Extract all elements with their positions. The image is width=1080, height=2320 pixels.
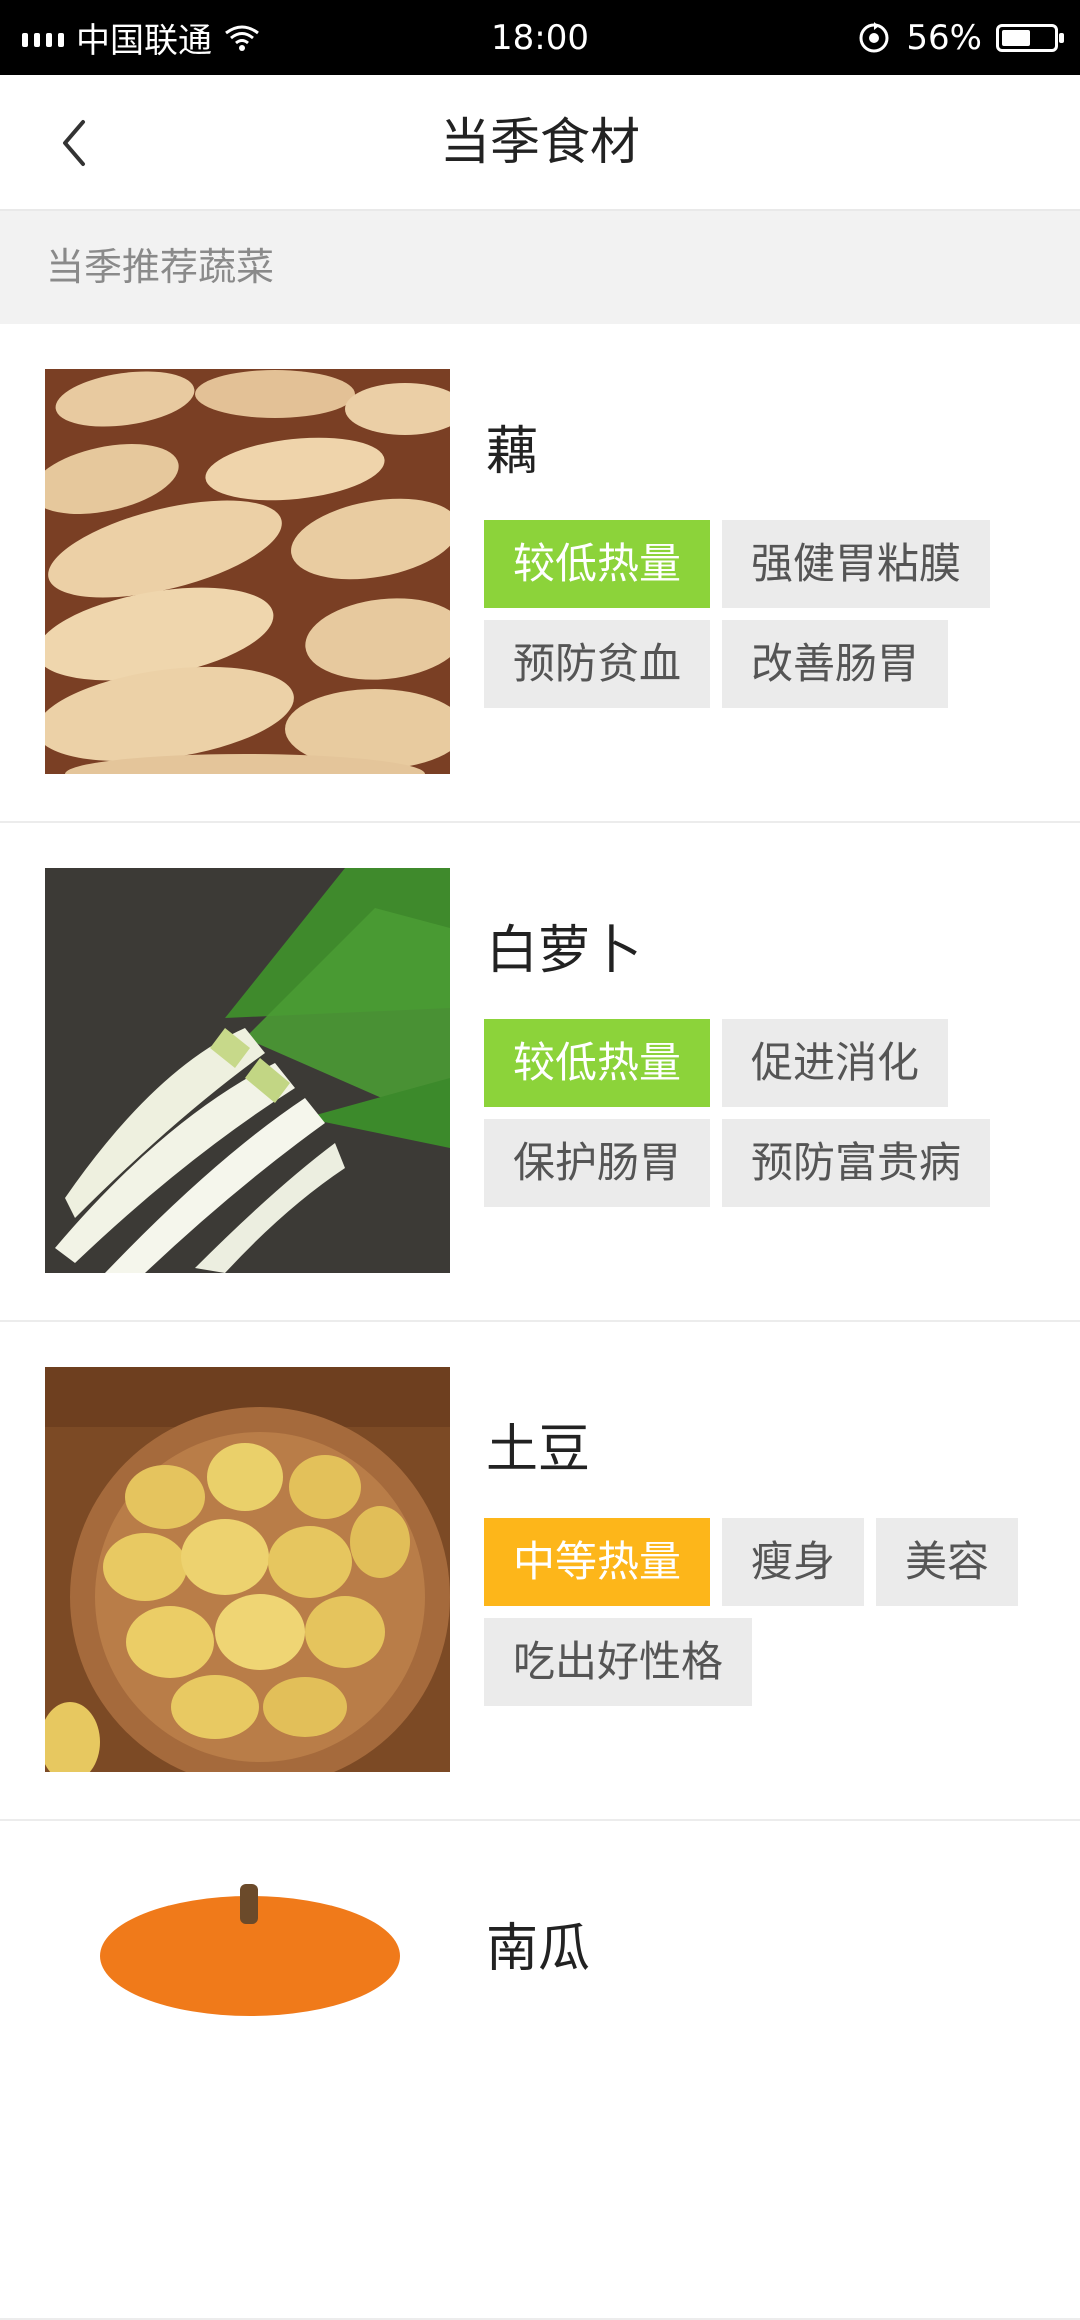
wifi-icon: [225, 25, 259, 51]
nav-bar: 当季食材: [0, 75, 1080, 211]
lotus-root-image: [45, 369, 450, 774]
food-name: 土豆: [486, 1420, 591, 1480]
benefit-tag: 预防贫血: [484, 620, 711, 708]
rotation-lock-icon: [859, 21, 889, 52]
status-right: 56%: [856, 17, 1064, 58]
benefit-tag: 促进消化: [722, 1019, 949, 1107]
tag-list: 中等热量 瘦身 美容 吃出好性格: [484, 1518, 1044, 1706]
list-item[interactable]: 南瓜: [0, 1821, 1080, 2320]
list-item[interactable]: 土豆 中等热量 瘦身 美容 吃出好性格: [0, 1322, 1080, 1821]
benefit-tag: 瘦身: [722, 1518, 865, 1606]
status-bar: 中国联通 18:00 56%: [0, 0, 1080, 75]
benefit-tag: 保护肠胃: [484, 1119, 711, 1207]
pumpkin-image: [45, 1866, 450, 2271]
benefit-tag: 强健胃粘膜: [722, 520, 991, 608]
tag-list: 较低热量 促进消化 保护肠胃 预防富贵病: [484, 1019, 1044, 1207]
carrier-label: 中国联通: [76, 21, 212, 61]
battery-percent: 56%: [906, 17, 982, 58]
signal-icon: [22, 29, 64, 47]
food-name: 白萝卜: [486, 921, 643, 981]
status-left: 中国联通: [22, 13, 260, 62]
page-title: 当季食材: [440, 113, 640, 171]
list-item[interactable]: 藕 较低热量 强健胃粘膜 预防贫血 改善肠胃: [0, 324, 1080, 823]
potato-image: [45, 1367, 450, 1772]
benefit-tag: 改善肠胃: [722, 620, 949, 708]
list-item[interactable]: 白萝卜 较低热量 促进消化 保护肠胃 预防富贵病: [0, 823, 1080, 1322]
white-radish-image: [45, 868, 450, 1273]
section-header: 当季推荐蔬菜: [0, 211, 1080, 324]
food-name: 南瓜: [486, 1919, 591, 1979]
benefit-tag: 美容: [876, 1518, 1019, 1606]
tag-list: 较低热量 强健胃粘膜 预防贫血 改善肠胃: [484, 520, 1044, 708]
calorie-tag: 较低热量: [484, 1019, 711, 1107]
calorie-tag: 较低热量: [484, 520, 711, 608]
battery-icon: [996, 23, 1064, 52]
food-list: 藕 较低热量 强健胃粘膜 预防贫血 改善肠胃 白萝卜 较低热量 促进消化 保护肠…: [0, 324, 1080, 2320]
benefit-tag: 吃出好性格: [484, 1618, 753, 1706]
benefit-tag: 预防富贵病: [722, 1119, 991, 1207]
calorie-tag: 中等热量: [484, 1518, 711, 1606]
food-name: 藕: [486, 422, 539, 482]
